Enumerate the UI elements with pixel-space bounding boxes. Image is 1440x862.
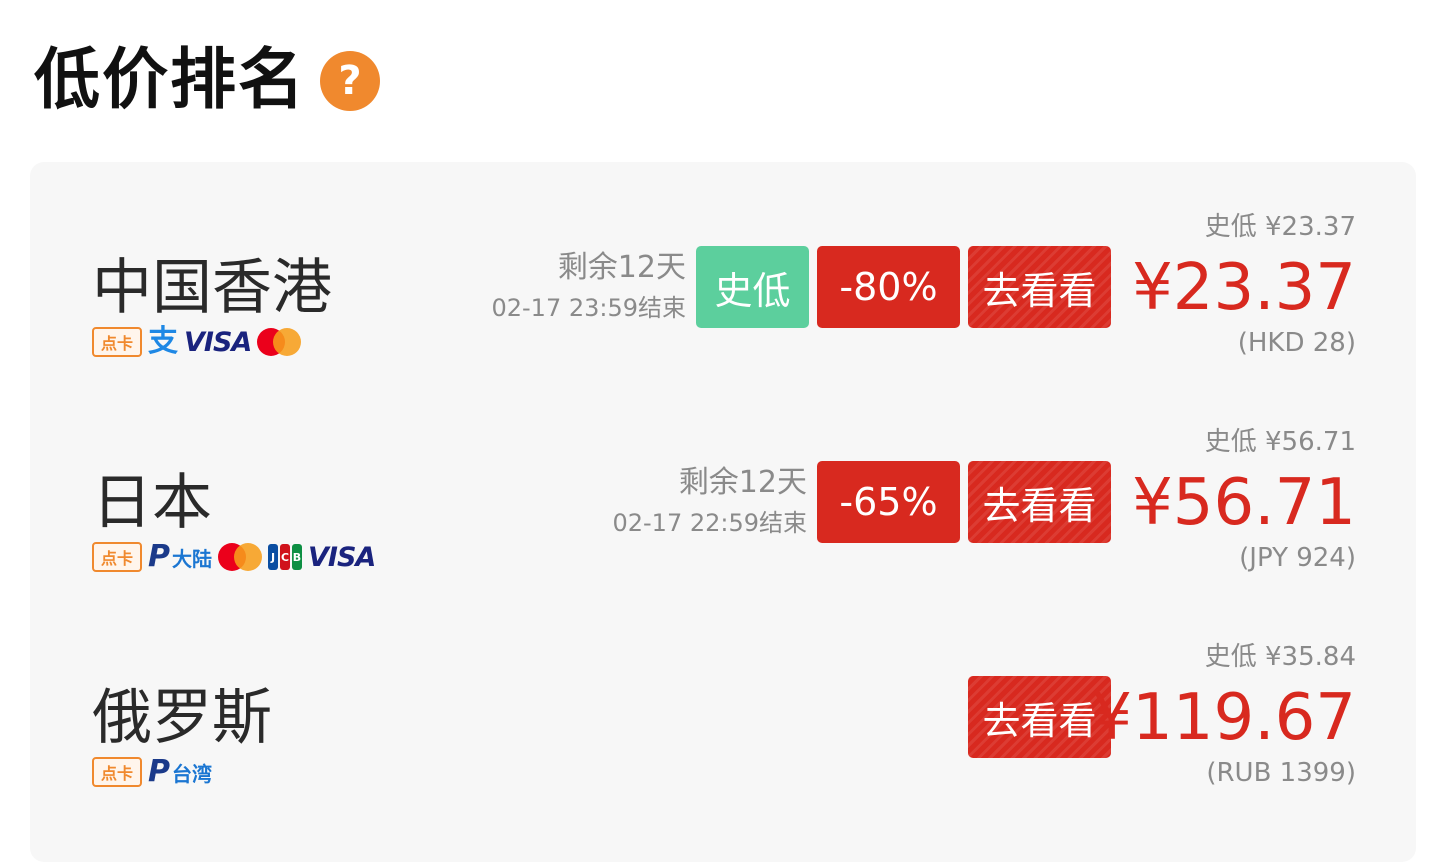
remaining-days: 剩余12天: [557, 250, 686, 285]
paypal-icon: P 台湾: [148, 754, 212, 789]
original-price: (HKD 28): [1237, 328, 1356, 358]
time-remaining: 剩余12天 02-17 22:59结束: [612, 465, 807, 539]
mastercard-icon: [218, 543, 262, 571]
go-see-button[interactable]: 去看看: [968, 246, 1111, 328]
paypal-region-label: 大陆: [172, 546, 212, 571]
remaining-days: 剩余12天: [678, 465, 807, 500]
current-price: ¥119.67: [1091, 681, 1356, 755]
discount-badge: -65%: [817, 461, 960, 543]
paypal-icon: P 大陆: [148, 539, 212, 574]
go-see-button[interactable]: 去看看: [968, 676, 1111, 758]
jcb-icon: JCB: [268, 544, 302, 570]
payment-methods: 点卡 支 VISA: [92, 324, 302, 359]
help-icon[interactable]: ?: [320, 51, 380, 111]
history-low-price: 史低 ¥23.37: [1204, 212, 1356, 242]
card-tag-icon: 点卡: [92, 757, 142, 787]
discount-badge: -80%: [817, 246, 960, 328]
page-header: 低价排名 ?: [34, 40, 380, 120]
history-low-price: 史低 ¥35.84: [1204, 642, 1356, 672]
history-low-price: 史低 ¥56.71: [1204, 427, 1356, 457]
end-time: 02-17 22:59结束: [612, 509, 807, 537]
current-price: ¥23.37: [1132, 251, 1356, 325]
alipay-icon: 支: [148, 324, 178, 359]
time-remaining: 剩余12天 02-17 23:59结束: [491, 250, 686, 324]
country-name: 中国香港: [92, 253, 332, 323]
mastercard-icon: [257, 328, 302, 356]
card-tag-icon: 点卡: [92, 327, 142, 357]
list-item: 俄罗斯 点卡 P 台湾 去看看 史低 ¥35.84 ¥119.67 (RUB 13…: [30, 592, 1416, 792]
country-name: 俄罗斯: [92, 683, 272, 753]
paypal-region-label: 台湾: [172, 761, 212, 786]
list-item: 日本 点卡 P 大陆 JCB VISA 剩余12天 02-17 22:59结束 -…: [30, 377, 1416, 577]
current-price: ¥56.71: [1132, 466, 1356, 540]
historic-low-badge: 史低: [696, 246, 809, 328]
payment-methods: 点卡 P 大陆 JCB VISA: [92, 539, 376, 574]
country-name: 日本: [92, 468, 212, 538]
original-price: (JPY 924): [1239, 543, 1356, 573]
visa-icon: VISA: [308, 541, 376, 573]
page-title: 低价排名: [34, 41, 306, 118]
end-time: 02-17 23:59结束: [491, 294, 686, 322]
visa-icon: VISA: [184, 326, 252, 358]
original-price: (RUB 1399): [1206, 758, 1356, 788]
price-ranking-list: 中国香港 点卡 支 VISA 剩余12天 02-17 23:59结束 史低 -8…: [30, 162, 1416, 862]
list-item: 中国香港 点卡 支 VISA 剩余12天 02-17 23:59结束 史低 -8…: [30, 162, 1416, 362]
payment-methods: 点卡 P 台湾: [92, 756, 212, 788]
go-see-button[interactable]: 去看看: [968, 461, 1111, 543]
card-tag-icon: 点卡: [92, 542, 142, 572]
